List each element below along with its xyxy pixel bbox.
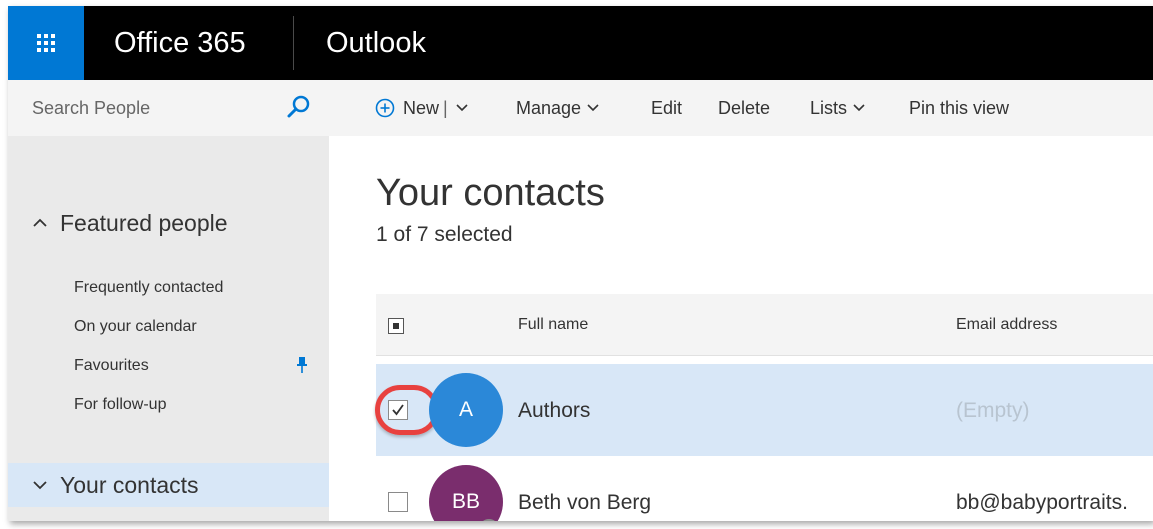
chevron-down-icon — [33, 481, 47, 490]
top-bar: Office 365 Outlook — [8, 6, 1153, 80]
add-circle-icon — [375, 98, 395, 118]
page-title: Your contacts — [376, 172, 605, 214]
your-contacts-folder[interactable]: Your contacts — [8, 463, 329, 507]
search-icon[interactable] — [286, 94, 312, 120]
list-header: Full name Email address — [376, 294, 1153, 356]
brand-title[interactable]: Office 365 — [114, 24, 246, 62]
lists-label: Lists — [810, 97, 848, 118]
edit-button[interactable]: Edit — [651, 96, 682, 120]
command-bar: New | Manage Edit Delete Lists Pin this … — [329, 80, 1153, 136]
avatar: A — [429, 373, 503, 447]
contact-row[interactable]: BB Beth von Berg bb@babyportraits. — [376, 456, 1153, 521]
contact-name[interactable]: Beth von Berg — [518, 490, 651, 516]
contact-email[interactable]: bb@babyportraits. — [956, 490, 1128, 516]
split-separator: | — [443, 97, 448, 118]
delete-button[interactable]: Delete — [718, 96, 770, 120]
header-divider — [293, 16, 294, 70]
new-label: New — [403, 97, 440, 118]
chevron-down-icon[interactable] — [456, 104, 468, 112]
outlook-window: Office 365 Outlook Featured people Frequ… — [8, 6, 1153, 521]
contact-email: (Empty) — [956, 399, 1030, 422]
chevron-up-icon — [33, 218, 47, 227]
search-box — [8, 80, 329, 136]
avatar-initials: A — [458, 398, 473, 421]
avatar-initials: BB — [451, 490, 480, 513]
pin-icon[interactable] — [296, 357, 308, 373]
selection-count: 1 of 7 selected — [376, 223, 513, 246]
manage-menu[interactable]: Manage — [516, 96, 599, 120]
contact-name[interactable]: Authors — [518, 398, 590, 424]
nav-item-on-your-calendar[interactable]: On your calendar — [74, 317, 197, 337]
featured-people-label: Featured people — [60, 209, 228, 236]
new-button[interactable]: New | — [375, 96, 468, 120]
row-checkbox[interactable] — [388, 492, 408, 512]
avatar: BB — [429, 465, 503, 521]
nav-item-frequently-contacted[interactable]: Frequently contacted — [74, 278, 223, 298]
pin-this-view-button[interactable]: Pin this view — [909, 96, 1009, 120]
checkmark-icon — [392, 404, 404, 416]
chevron-down-icon — [853, 104, 865, 112]
your-contacts-label: Your contacts — [60, 471, 199, 498]
contact-row[interactable]: A Authors (Empty) — [375, 364, 1153, 456]
left-navigation: Featured people Frequently contacted On … — [8, 80, 329, 521]
chevron-down-icon — [587, 104, 599, 112]
featured-people-header[interactable]: Featured people — [32, 208, 228, 238]
column-email-address[interactable]: Email address — [956, 315, 1057, 335]
nav-item-favourites[interactable]: Favourites — [74, 356, 149, 376]
column-full-name[interactable]: Full name — [518, 315, 588, 335]
search-input[interactable] — [32, 94, 272, 122]
contacts-pane: Your contacts 1 of 7 selected Full name … — [329, 136, 1153, 521]
partial-selection-indicator — [393, 323, 399, 329]
app-launcher-icon — [37, 34, 55, 52]
manage-label: Manage — [516, 97, 582, 118]
row-checkbox[interactable] — [375, 385, 439, 435]
app-title[interactable]: Outlook — [326, 24, 426, 62]
select-all-checkbox[interactable] — [388, 318, 404, 334]
nav-item-for-follow-up[interactable]: For follow-up — [74, 395, 166, 415]
app-launcher-button[interactable] — [8, 6, 84, 80]
lists-menu[interactable]: Lists — [810, 96, 865, 120]
